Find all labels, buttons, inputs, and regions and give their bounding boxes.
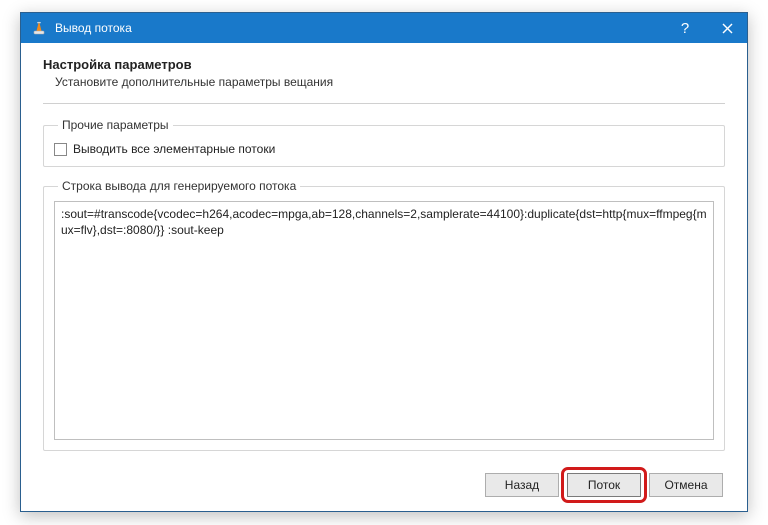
titlebar: Вывод потока ? bbox=[21, 13, 747, 43]
elementary-streams-checkbox[interactable] bbox=[54, 143, 67, 156]
close-icon bbox=[722, 23, 733, 34]
back-button[interactable]: Назад bbox=[485, 473, 559, 497]
cancel-button[interactable]: Отмена bbox=[649, 473, 723, 497]
help-button[interactable]: ? bbox=[675, 18, 695, 38]
window-title: Вывод потока bbox=[55, 21, 675, 35]
dialog-body: Настройка параметров Установите дополнит… bbox=[21, 43, 747, 511]
elementary-streams-row[interactable]: Выводить все элементарные потоки bbox=[54, 142, 714, 156]
stream-button[interactable]: Поток bbox=[567, 473, 641, 497]
close-button[interactable] bbox=[717, 18, 737, 38]
dialog-button-row: Назад Поток Отмена bbox=[43, 463, 725, 499]
stream-button-highlight: Поток bbox=[567, 473, 641, 497]
title-buttons: ? bbox=[675, 18, 737, 38]
output-string-group: Строка вывода для генерируемого потока :… bbox=[43, 179, 725, 451]
elementary-streams-label: Выводить все элементарные потоки bbox=[73, 142, 275, 156]
page-subheading: Установите дополнительные параметры веща… bbox=[55, 75, 725, 89]
divider bbox=[43, 103, 725, 104]
output-string-legend: Строка вывода для генерируемого потока bbox=[58, 179, 300, 193]
page-heading: Настройка параметров bbox=[43, 57, 725, 72]
misc-options-legend: Прочие параметры bbox=[58, 118, 173, 132]
sout-string-field[interactable]: :sout=#transcode{vcodec=h264,acodec=mpga… bbox=[54, 201, 714, 440]
misc-options-group: Прочие параметры Выводить все элементарн… bbox=[43, 118, 725, 167]
dialog-window: Вывод потока ? Настройка параметров Уста… bbox=[20, 12, 748, 512]
app-icon bbox=[31, 20, 47, 36]
